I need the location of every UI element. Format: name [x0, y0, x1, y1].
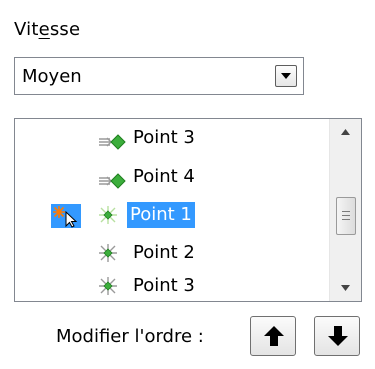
move-up-button[interactable] — [250, 316, 296, 356]
click-trigger-icon — [51, 204, 81, 228]
dropdown-toggle-button[interactable] — [275, 65, 297, 87]
list-item[interactable]: Point 4 — [15, 162, 330, 192]
list-item-label: Point 2 — [133, 242, 195, 263]
list-item-label: Point 3 — [133, 127, 195, 148]
entrance-arrow-icon — [97, 169, 127, 189]
move-down-button[interactable] — [314, 316, 360, 356]
reorder-label: Modifier l'ordre : — [56, 326, 204, 347]
animation-list-items: Point 3 Point 4 Point 1 Point 2 Point 3 — [15, 119, 330, 301]
scroll-down-arrow-icon — [341, 285, 350, 291]
arrow-up-icon — [264, 326, 284, 346]
scroll-up-arrow-icon — [341, 129, 350, 135]
speed-label-suffix: sse — [49, 19, 81, 40]
arrow-down-icon — [328, 326, 348, 346]
list-item[interactable]: Point 3 — [15, 123, 330, 153]
entrance-arrow-icon — [97, 130, 127, 150]
animation-order-list[interactable]: Point 3 Point 4 Point 1 Point 2 Point 3 — [14, 118, 362, 302]
speed-label-prefix: Vit — [14, 19, 39, 40]
speed-dropdown-value: Moyen — [22, 66, 82, 87]
scroll-up-button[interactable] — [330, 119, 361, 145]
speed-dropdown[interactable]: Moyen — [14, 57, 304, 95]
list-item[interactable]: Point 3 — [15, 271, 330, 301]
list-item-label: Point 1 — [127, 202, 195, 228]
chevron-down-icon — [281, 73, 291, 79]
speed-label-accelerator: e — [38, 19, 50, 40]
list-item[interactable]: Point 2 — [15, 238, 330, 268]
emphasis-sparkle-icon — [97, 205, 119, 225]
emphasis-sparkle-icon — [97, 243, 119, 263]
list-scrollbar[interactable] — [329, 119, 361, 301]
emphasis-sparkle-icon — [97, 276, 119, 296]
list-item-selected[interactable]: Point 1 — [15, 200, 330, 230]
list-item-label: Point 3 — [133, 275, 195, 296]
speed-label: Vitesse — [14, 19, 80, 40]
scroll-down-button[interactable] — [330, 275, 361, 301]
list-item-label: Point 4 — [133, 166, 195, 187]
scroll-thumb[interactable] — [336, 197, 356, 235]
